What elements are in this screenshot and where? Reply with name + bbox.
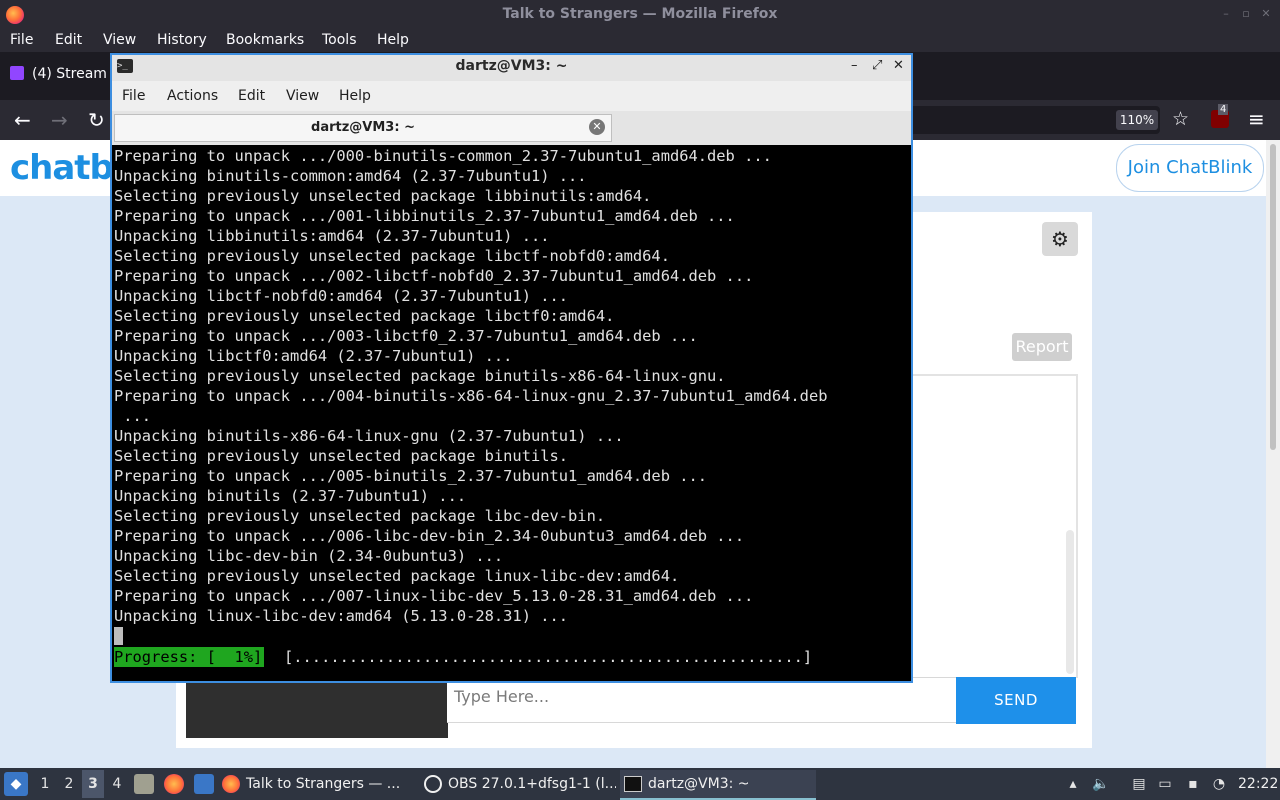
terminal-output-text: Preparing to unpack .../000-binutils-com… xyxy=(114,146,909,626)
terminal-line: Unpacking binutils (2.37-7ubuntu1) ... xyxy=(114,487,467,505)
chat-scrollbar[interactable] xyxy=(1066,530,1074,674)
terminal-window-title: dartz@VM3: ~ xyxy=(455,58,568,74)
minimize-icon[interactable]: – xyxy=(851,58,858,73)
terminal-menu-actions[interactable]: Actions xyxy=(167,88,218,104)
task-obs-label: OBS 27.0.1+dfsg1-1 (l... xyxy=(448,776,616,792)
task-terminal-label: dartz@VM3: ~ xyxy=(648,776,750,792)
close-icon[interactable]: ✕ xyxy=(893,58,904,73)
close-icon[interactable]: ✕ xyxy=(1260,8,1272,20)
reload-icon[interactable]: ↻ xyxy=(88,108,105,132)
power-icon[interactable]: ◔ xyxy=(1210,775,1228,793)
clock: 22:22 xyxy=(1238,776,1279,792)
firefox-window-title: Talk to Strangers — Mozilla Firefox xyxy=(502,6,778,22)
maximize-icon[interactable]: ▫ xyxy=(1240,8,1252,20)
back-arrow-icon[interactable]: ← xyxy=(14,108,31,132)
progress-bar: [.......................................… xyxy=(284,648,813,666)
terminal-line: Selecting previously unselected package … xyxy=(114,567,680,585)
file-manager-icon[interactable] xyxy=(134,774,154,794)
terminal-line: Preparing to unpack .../003-libctf0_2.37… xyxy=(114,327,698,345)
terminal-line: Preparing to unpack .../002-libctf-nobfd… xyxy=(114,267,754,285)
bookmark-star-icon[interactable]: ☆ xyxy=(1172,108,1189,130)
terminal-line: Preparing to unpack .../001-libbinutils_… xyxy=(114,207,735,225)
page-scrollbar-thumb[interactable] xyxy=(1270,144,1276,450)
terminal-line: Selecting previously unselected package … xyxy=(114,187,652,205)
workspace-3[interactable]: 3 xyxy=(85,776,101,792)
clipboard-icon[interactable]: ▤ xyxy=(1130,775,1148,793)
terminal-line: Unpacking libbinutils:amd64 (2.37-7ubunt… xyxy=(114,227,550,245)
terminal-menu-view[interactable]: View xyxy=(286,88,319,104)
task-firefox-label: Talk to Strangers — ... xyxy=(246,776,401,792)
send-button[interactable]: SEND xyxy=(956,677,1076,724)
terminal-line: Unpacking libc-dev-bin (2.34-0ubuntu3) .… xyxy=(114,547,504,565)
menu-history[interactable]: History xyxy=(157,32,207,48)
start-menu-icon[interactable]: ◆ xyxy=(4,772,28,796)
notification-icon[interactable]: ▪ xyxy=(1184,775,1202,793)
terminal-line: Unpacking libctf-nobfd0:amd64 (2.37-7ubu… xyxy=(114,287,569,305)
terminal-tab-label: dartz@VM3: ~ xyxy=(311,120,415,135)
terminal-menu-file[interactable]: File xyxy=(122,88,145,104)
terminal-line: Unpacking libctf0:amd64 (2.37-7ubuntu1) … xyxy=(114,347,513,365)
hamburger-menu-icon[interactable]: ≡ xyxy=(1248,107,1265,131)
terminal-menubar xyxy=(112,83,911,111)
close-icon[interactable]: ✕ xyxy=(589,119,605,135)
menu-bookmarks[interactable]: Bookmarks xyxy=(226,32,304,48)
maximize-icon[interactable]: ⤢ xyxy=(872,58,882,73)
forward-arrow-icon[interactable]: → xyxy=(51,108,68,132)
terminal-menu-help[interactable]: Help xyxy=(339,88,371,104)
terminal-line: Unpacking binutils-common:amd64 (2.37-7u… xyxy=(114,167,587,185)
terminal-line: Selecting previously unselected package … xyxy=(114,507,606,525)
menu-edit[interactable]: Edit xyxy=(55,32,82,48)
network-icon[interactable]: ▭ xyxy=(1156,775,1174,793)
chat-log xyxy=(910,374,1078,678)
message-input[interactable]: Type Here... xyxy=(447,677,957,723)
window-launcher-icon[interactable] xyxy=(194,774,214,794)
site-logo[interactable]: chatbl xyxy=(10,148,125,188)
firefox-titlebar: Talk to Strangers — Mozilla Firefox xyxy=(0,0,1280,30)
terminal-line: Preparing to unpack .../006-libc-dev-bin… xyxy=(114,527,745,545)
minimize-icon[interactable]: – xyxy=(1220,8,1232,20)
menu-help[interactable]: Help xyxy=(377,32,409,48)
zoom-indicator[interactable]: 110% xyxy=(1116,110,1158,130)
firefox-logo-icon xyxy=(6,6,24,24)
task-obs[interactable]: OBS 27.0.1+dfsg1-1 (l... xyxy=(424,770,616,798)
browser-tab[interactable]: (4) Stream - xyxy=(4,60,124,94)
tray-arrow-icon[interactable]: ▴ xyxy=(1064,775,1082,793)
menu-file[interactable]: File xyxy=(10,32,33,48)
firefox-launcher-icon[interactable] xyxy=(164,774,184,794)
volume-icon[interactable]: 🔈 xyxy=(1092,775,1110,793)
terminal-line: Preparing to unpack .../005-binutils_2.3… xyxy=(114,467,708,485)
extension-badge: 4 xyxy=(1218,104,1229,115)
join-button[interactable]: Join ChatBlink xyxy=(1116,144,1264,192)
obs-icon xyxy=(424,775,442,793)
task-firefox[interactable]: Talk to Strangers — ... xyxy=(222,770,412,798)
menu-view[interactable]: View xyxy=(103,32,136,48)
video-preview xyxy=(186,682,448,738)
terminal-line: Selecting previously unselected package … xyxy=(114,247,670,265)
report-button[interactable]: Report xyxy=(1012,333,1072,361)
terminal-line: Selecting previously unselected package … xyxy=(114,307,615,325)
terminal-line: Preparing to unpack .../007-linux-libc-d… xyxy=(114,587,754,605)
terminal-icon xyxy=(624,776,642,792)
terminal-line: Selecting previously unselected package … xyxy=(114,447,569,465)
terminal-line: Unpacking binutils-x86-64-linux-gnu (2.3… xyxy=(114,427,624,445)
task-terminal[interactable]: dartz@VM3: ~ xyxy=(624,770,814,798)
workspace-4[interactable]: 4 xyxy=(109,776,125,792)
workspace-1[interactable]: 1 xyxy=(37,776,53,792)
terminal-line: Preparing to unpack .../004-binutils-x86… xyxy=(114,387,828,405)
menu-tools[interactable]: Tools xyxy=(322,32,357,48)
terminal-line: ... xyxy=(114,407,152,425)
gear-icon[interactable]: ⚙ xyxy=(1042,222,1078,256)
firefox-logo-icon xyxy=(222,775,240,793)
terminal-line: Preparing to unpack .../000-binutils-com… xyxy=(114,147,772,165)
workspace-2[interactable]: 2 xyxy=(61,776,77,792)
terminal-menu-edit[interactable]: Edit xyxy=(238,88,265,104)
terminal-line: Selecting previously unselected package … xyxy=(114,367,726,385)
terminal-line: Unpacking linux-libc-dev:amd64 (5.13.0-2… xyxy=(114,607,569,625)
twitch-icon xyxy=(10,66,24,80)
browser-tab-label: (4) Stream - xyxy=(32,66,117,82)
progress-label: Progress: [ 1%] xyxy=(114,647,265,667)
terminal-cursor xyxy=(114,627,123,645)
